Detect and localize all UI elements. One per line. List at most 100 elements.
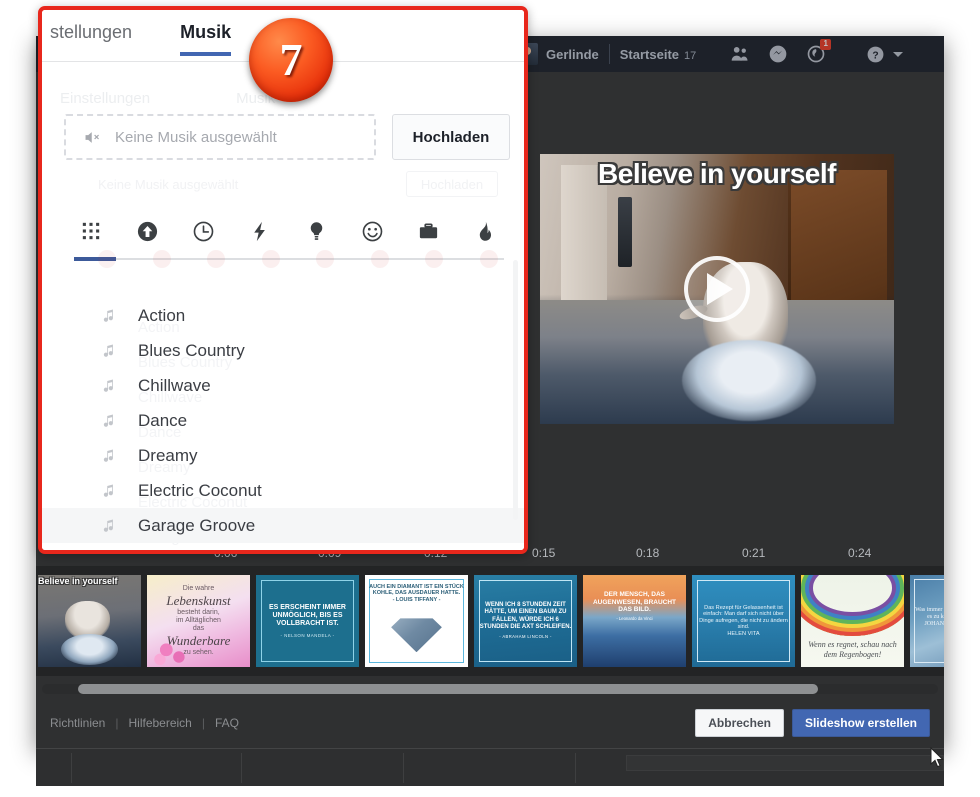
thumb-author: JOHANN WOLFGANG VON GOETHE	[924, 621, 944, 627]
music-note-icon	[102, 413, 116, 428]
svg-text:?: ?	[873, 50, 879, 61]
thumb-quote: Das Rezept für Gelassenheit ist einfach:…	[699, 604, 788, 631]
taskbar-segment[interactable]	[36, 753, 72, 783]
play-button[interactable]	[684, 256, 750, 322]
genre-item[interactable]: Blues Country	[42, 333, 524, 368]
create-slideshow-button[interactable]: Slideshow erstellen	[791, 708, 930, 738]
genre-item[interactable]: Dreamy	[42, 438, 524, 473]
taskbar	[36, 748, 944, 786]
timeline-tick: 0:18	[636, 546, 660, 560]
messages-icon[interactable]	[768, 44, 788, 64]
step-badge: 7	[249, 18, 333, 102]
mouse-cursor	[930, 747, 944, 768]
thumb-text: Was immer du tun kannst oder träumst es …	[910, 575, 944, 667]
top-bar-icons: 1	[730, 39, 832, 64]
home-count: 17	[684, 49, 697, 62]
ghost-upload-button: Hochladen	[406, 171, 498, 197]
home-label: Startseite	[619, 46, 679, 62]
thumb-text: Wenn es regnet, schau nach dem Regenboge…	[801, 575, 904, 667]
smiley-icon[interactable]	[357, 216, 387, 246]
thumbnail-item[interactable]: AUCH EIN DIAMANT IST EIN STÜCK KOHLE, DA…	[365, 575, 468, 667]
notifications-icon[interactable]: 1	[806, 39, 832, 64]
taskbar-segment[interactable]	[242, 753, 404, 783]
genre-list[interactable]: Action Blues Country Chillwave Dance Dre…	[42, 298, 524, 550]
thumb-quote: ES ERSCHEINT IMMER UNMÖGLICH, BIS ES VOL…	[268, 603, 346, 628]
thumb-text: WENN ICH 8 STUNDEN ZEIT HÄTTE, UM EINEN …	[474, 575, 577, 667]
thumbnail-strip[interactable]: Believe in yourself Die wahre Lebenskuns…	[36, 566, 944, 676]
genre-item[interactable]: Chillwave	[42, 368, 524, 403]
taskbar-input[interactable]	[626, 755, 944, 771]
tab-einstellungen[interactable]: stellungen	[50, 22, 132, 55]
dialog-footer: Richtlinien | Hilfebereich | FAQ Abbrech…	[36, 698, 944, 748]
link-hilfebereich[interactable]: Hilfebereich	[128, 716, 191, 730]
thumb-reflection	[60, 633, 119, 666]
thumbnail-item[interactable]: Was immer du tun kannst oder träumst es …	[910, 575, 944, 667]
genre-label: Blues Country	[138, 340, 245, 360]
genre-item[interactable]: Garage Groove	[42, 508, 524, 543]
thumbnail-item[interactable]: DER MENSCH, DAS AUGENWESEN, BRAUCHT DAS …	[583, 575, 686, 667]
thumb-text: DER MENSCH, DAS AUGENWESEN, BRAUCHT DAS …	[583, 575, 686, 667]
video-player[interactable]: Believe in yourself	[540, 154, 894, 424]
thumbnail-scrollbar[interactable]	[36, 680, 944, 698]
user-name[interactable]: Gerlinde	[546, 47, 599, 62]
taskbar-segment[interactable]	[72, 753, 242, 783]
cancel-button[interactable]: Abbrechen	[695, 708, 784, 738]
footer-actions: Abbrechen Slideshow erstellen	[695, 708, 930, 738]
clock-icon[interactable]	[189, 216, 219, 246]
footer-links: Richtlinien | Hilfebereich | FAQ	[50, 716, 239, 730]
video-preview-area: Believe in yourself	[540, 118, 894, 476]
category-underline	[74, 257, 504, 261]
thumbnail-item[interactable]: ES ERSCHEINT IMMER UNMÖGLICH, BIS ES VOL…	[256, 575, 359, 667]
genre-item[interactable]: Dance	[42, 403, 524, 438]
thumb-text: ES ERSCHEINT IMMER UNMÖGLICH, BIS ES VOL…	[256, 575, 359, 667]
ghost-upload-row: Keine Musik ausgewählt Hochladen	[98, 170, 498, 198]
link-richtlinien[interactable]: Richtlinien	[50, 716, 105, 730]
grid-icon[interactable]	[76, 216, 106, 246]
thumb-line: besteht darin,	[177, 608, 220, 616]
thumbnail-item[interactable]: Das Rezept für Gelassenheit ist einfach:…	[692, 575, 795, 667]
thumbnail-item[interactable]: Die wahre Lebenskunst besteht darin, im …	[147, 575, 250, 667]
scene-handle	[617, 197, 633, 268]
thumbnail-item[interactable]: Believe in yourself	[38, 575, 141, 667]
flame-icon[interactable]	[470, 216, 500, 246]
music-file-input[interactable]: Keine Musik ausgewählt	[64, 114, 376, 160]
screenshot-root: Gerlinde Startseite 17 1 ? Believe in yo…	[0, 0, 980, 797]
thumb-script: Lebenskunst	[166, 593, 231, 609]
thumb-author: - ABRAHAM LINCOLN -	[499, 633, 552, 639]
thumb-line: Die wahre	[182, 585, 215, 593]
thumbnail-item[interactable]: Wenn es regnet, schau nach dem Regenboge…	[801, 575, 904, 667]
music-note-icon	[102, 343, 116, 358]
genre-item[interactable]: Good Memories	[42, 543, 524, 550]
friend-requests-icon[interactable]	[730, 44, 750, 64]
video-caption: Believe in yourself	[598, 158, 836, 189]
scrollbar-thumb[interactable]	[78, 684, 818, 694]
tab-musik[interactable]: Musik	[180, 22, 232, 56]
lightbulb-icon[interactable]	[301, 216, 331, 246]
link-faq[interactable]: FAQ	[215, 716, 239, 730]
step-badge-number: 7	[279, 34, 303, 85]
help-menu[interactable]: ?	[866, 45, 904, 64]
thumb-quote: WENN ICH 8 STUNDEN ZEIT HÄTTE, UM EINEN …	[479, 602, 572, 630]
taskbar-segment[interactable]	[404, 753, 576, 783]
lightning-icon[interactable]	[245, 216, 275, 246]
notification-badge: 1	[820, 39, 832, 50]
genre-item[interactable]: Electric Coconut	[42, 473, 524, 508]
music-note-icon	[102, 378, 116, 393]
thumbnail-item[interactable]: WENN ICH 8 STUNDEN ZEIT HÄTTE, UM EINEN …	[474, 575, 577, 667]
chevron-down-icon[interactable]	[893, 51, 904, 57]
divider	[608, 44, 610, 64]
speaker-muted-icon	[84, 130, 101, 145]
music-note-icon	[102, 448, 116, 463]
thumb-quote: Was immer du tun kannst oder träumst es …	[915, 606, 944, 620]
upload-button[interactable]: Hochladen	[392, 114, 510, 160]
trending-up-icon[interactable]	[132, 216, 162, 246]
thumb-author: - Leonardo da Vinci	[616, 615, 653, 621]
briefcase-icon[interactable]	[414, 216, 444, 246]
music-note-icon	[102, 308, 116, 323]
music-upload-row: Keine Musik ausgewählt Hochladen	[64, 112, 510, 162]
genre-list-scrollbar[interactable]	[513, 260, 518, 520]
home-link[interactable]: Startseite 17	[620, 47, 697, 62]
thumb-author: HELEN VITA	[727, 630, 760, 637]
thumb-author: - NELSON MANDELA -	[280, 632, 335, 638]
genre-item[interactable]: Action	[42, 298, 524, 333]
